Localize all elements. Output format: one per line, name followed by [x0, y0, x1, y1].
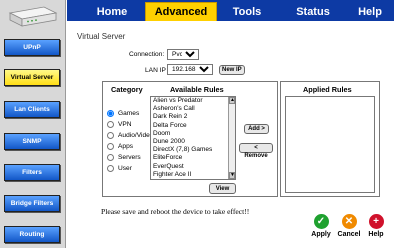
apply-label: Apply — [311, 231, 331, 238]
category-user[interactable]: User — [107, 165, 132, 172]
sidebar-item-bridge-filters[interactable]: Bridge Filters — [4, 195, 60, 212]
cancel-button[interactable]: ✕ Cancel — [334, 214, 364, 238]
rules-scrollbar[interactable]: ▲ ▼ — [228, 97, 235, 179]
tab-tools[interactable]: Tools — [221, 3, 273, 21]
category-apps-radio[interactable] — [107, 143, 114, 150]
sidebar: UPnP Virtual Server Lan Clients SNMP Fil… — [0, 0, 66, 248]
cancel-label: Cancel — [337, 231, 361, 238]
category-header: Category — [111, 85, 143, 94]
plus-icon: + — [368, 214, 384, 229]
view-button[interactable]: View — [209, 183, 236, 194]
category-servers-label: Servers — [118, 154, 141, 161]
help-button[interactable]: + Help — [361, 214, 391, 238]
available-rules-list[interactable]: Alien vs Predator Asheron's Call Dark Re… — [150, 96, 236, 180]
new-ip-button[interactable]: New IP — [219, 65, 245, 75]
sidebar-item-filters[interactable]: Filters — [4, 164, 60, 181]
apply-button[interactable]: ✓ Apply — [306, 214, 336, 238]
list-item[interactable]: EliteForce — [151, 154, 235, 162]
category-audio-video-radio[interactable] — [107, 132, 114, 139]
page-title: Virtual Server — [77, 32, 126, 41]
list-item[interactable]: EverQuest — [151, 163, 235, 171]
remove-button[interactable]: < Remove — [239, 143, 273, 159]
scroll-down-icon[interactable]: ▼ — [229, 172, 235, 179]
sidebar-item-virtual-server[interactable]: Virtual Server — [4, 69, 60, 86]
category-vpn-radio[interactable] — [107, 121, 114, 128]
category-games[interactable]: Games — [107, 110, 139, 117]
help-label: Help — [368, 231, 384, 238]
connection-select[interactable]: Pvc0 — [167, 49, 199, 60]
connection-label: Connection: — [129, 51, 165, 58]
scroll-up-icon[interactable]: ▲ — [229, 97, 235, 104]
tab-advanced[interactable]: Advanced — [145, 2, 217, 21]
category-user-radio[interactable] — [107, 165, 114, 172]
check-icon: ✓ — [313, 214, 329, 229]
top-nav: Home Advanced Tools Status Help — [67, 0, 394, 21]
category-apps-label: Apps — [118, 143, 134, 150]
list-item[interactable]: DirectX (7,8) Games — [151, 146, 235, 154]
category-apps[interactable]: Apps — [107, 143, 133, 150]
category-servers[interactable]: Servers — [107, 154, 141, 161]
list-item[interactable]: Fighter Ace II — [151, 171, 235, 179]
sidebar-item-lan-clients[interactable]: Lan Clients — [4, 101, 60, 118]
category-audio-video[interactable]: Audio/Video — [107, 132, 153, 139]
tab-home[interactable]: Home — [83, 3, 141, 21]
category-games-radio[interactable] — [107, 110, 114, 117]
main-content: Virtual Server Connection: Pvc0 LAN IP 1… — [67, 21, 394, 248]
list-item[interactable]: Dark Rein 2 — [151, 113, 235, 121]
list-item[interactable]: Asheron's Call — [151, 105, 235, 113]
x-icon: ✕ — [341, 214, 357, 229]
tab-help[interactable]: Help — [347, 3, 393, 21]
lan-ip-label: LAN IP — [145, 67, 166, 74]
rules-panel: Category Available Rules Games VPN Audio… — [102, 81, 278, 197]
sidebar-item-snmp[interactable]: SNMP — [4, 133, 60, 150]
category-servers-radio[interactable] — [107, 154, 114, 161]
sidebar-item-routing[interactable]: Routing — [4, 226, 60, 243]
tab-status[interactable]: Status — [283, 3, 343, 21]
list-item[interactable]: Alien vs Predator — [151, 97, 235, 105]
category-games-label: Games — [118, 110, 140, 117]
applied-rules-panel: Applied Rules — [280, 81, 380, 197]
category-audio-video-label: Audio/Video — [118, 132, 154, 139]
applied-rules-header: Applied Rules — [303, 85, 352, 94]
available-rules-header: Available Rules — [170, 85, 224, 94]
reboot-notice: Please save and reboot the device to tak… — [101, 207, 250, 216]
list-item[interactable]: Doom — [151, 130, 235, 138]
category-vpn[interactable]: VPN — [107, 121, 132, 128]
category-user-label: User — [118, 165, 132, 172]
list-item[interactable]: Dune 2000 — [151, 138, 235, 146]
lan-ip-select[interactable]: 192.168.1.2 — [167, 64, 213, 75]
category-vpn-label: VPN — [118, 121, 132, 128]
applied-rules-list[interactable] — [285, 96, 375, 193]
list-item[interactable]: Delta Force — [151, 122, 235, 130]
sidebar-item-upnp[interactable]: UPnP — [4, 39, 60, 56]
add-button[interactable]: Add > — [244, 124, 269, 134]
router-device-icon — [8, 6, 58, 27]
